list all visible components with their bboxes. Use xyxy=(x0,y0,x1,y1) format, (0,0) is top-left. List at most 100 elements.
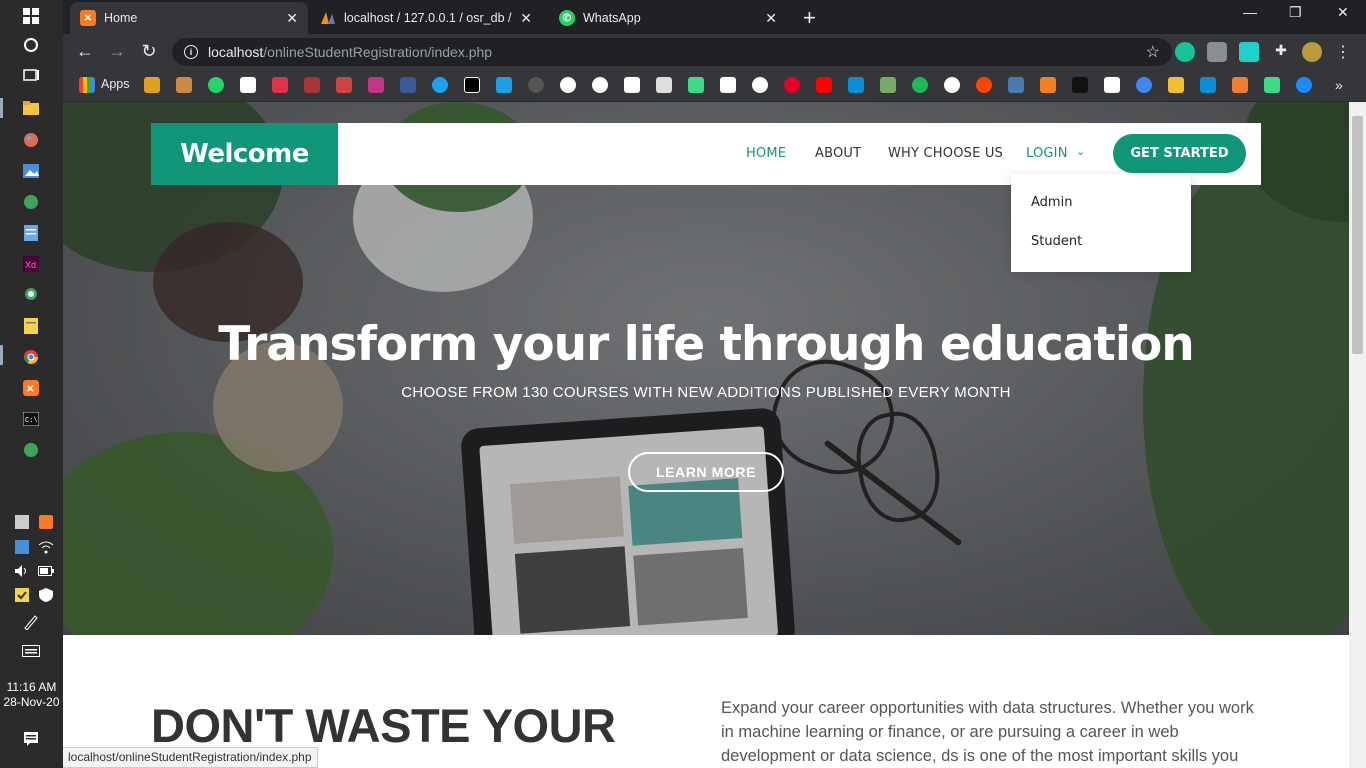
app-green-icon[interactable] xyxy=(21,440,41,460)
n-extension-icon[interactable] xyxy=(1239,42,1259,62)
apps-bookmark[interactable]: Apps xyxy=(101,77,130,91)
back-arrow-icon[interactable]: ← xyxy=(74,41,96,62)
notepad-icon[interactable] xyxy=(21,223,41,243)
nav-why-choose-us[interactable]: WHY CHOOSE US xyxy=(888,146,1003,161)
window-close-button[interactable]: ✕ xyxy=(1337,4,1349,21)
globe-bookmark-icon[interactable] xyxy=(752,77,768,93)
scrollbar-thumb[interactable] xyxy=(1352,116,1363,354)
address-bar[interactable]: i localhost/onlineStudentRegistration/in… xyxy=(172,38,1172,66)
tray-xampp-icon[interactable] xyxy=(36,512,56,532)
paint-icon[interactable] xyxy=(21,130,41,150)
photos-icon[interactable] xyxy=(21,161,41,181)
nav-login[interactable]: LOGIN ⌄ xyxy=(1026,145,1085,161)
pen-icon[interactable] xyxy=(21,612,41,632)
bookmark-icon[interactable] xyxy=(144,77,160,93)
xampp-icon[interactable]: ✕ xyxy=(21,378,41,398)
more-bookmarks-icon[interactable]: » xyxy=(1335,77,1351,93)
adobe-xd-icon[interactable]: Xd xyxy=(21,254,41,274)
tab-home[interactable]: ✕ Home ✕ xyxy=(70,2,308,34)
bookmark-icon[interactable] xyxy=(624,77,640,93)
nav-home[interactable]: HOME xyxy=(746,146,786,161)
bookmark-icon[interactable] xyxy=(304,77,320,93)
google-bookmark-icon[interactable] xyxy=(944,77,960,93)
grammarly-icon[interactable] xyxy=(1175,42,1195,62)
keyboard-icon[interactable] xyxy=(21,641,41,661)
youtube-bookmark-icon[interactable] xyxy=(816,77,832,93)
bookmark-icon[interactable] xyxy=(1136,77,1152,93)
camera-icon[interactable] xyxy=(1207,42,1227,62)
bookmark-icon[interactable] xyxy=(240,77,256,93)
clock[interactable]: 11:16 AM 28-Nov-20 xyxy=(0,680,63,710)
minimize-button[interactable]: — xyxy=(1243,4,1257,20)
forward-arrow-icon[interactable]: → xyxy=(106,41,128,62)
reload-icon[interactable]: ↻ xyxy=(138,41,160,62)
close-icon[interactable]: ✕ xyxy=(520,10,532,27)
bookmark-icon[interactable] xyxy=(848,77,864,93)
tray-network-monitor-icon[interactable] xyxy=(12,537,32,557)
bookmark-icon[interactable] xyxy=(464,77,480,93)
bookmark-icon[interactable] xyxy=(528,77,544,93)
close-icon[interactable]: ✕ xyxy=(765,10,777,27)
extensions-puzzle-icon[interactable]: ✚ xyxy=(1271,42,1291,62)
bookmark-icon[interactable] xyxy=(1296,77,1312,93)
bookmark-icon[interactable] xyxy=(1264,77,1280,93)
tray-app-icon[interactable] xyxy=(12,512,32,532)
wix-bookmark-icon[interactable] xyxy=(720,77,736,93)
bookmark-icon[interactable] xyxy=(1008,77,1024,93)
download-bookmark-icon[interactable] xyxy=(272,77,288,93)
chrome-icon[interactable] xyxy=(21,347,41,367)
twitter-bookmark-icon[interactable] xyxy=(432,77,448,93)
get-started-button[interactable]: GET STARTED xyxy=(1113,134,1246,173)
windows-start-icon[interactable] xyxy=(21,6,41,26)
profile-avatar[interactable] xyxy=(1302,42,1322,62)
globe-bookmark-icon[interactable] xyxy=(560,77,576,93)
chrome-menu-icon[interactable]: ⋮ xyxy=(1333,42,1353,62)
bookmark-icon[interactable] xyxy=(336,77,352,93)
new-tab-button[interactable]: + xyxy=(803,5,816,31)
wifi-icon[interactable] xyxy=(36,537,56,557)
tray-check-icon[interactable] xyxy=(12,585,32,605)
login-admin-item[interactable]: Admin xyxy=(1031,195,1072,210)
login-student-item[interactable]: Student xyxy=(1031,234,1082,249)
facebook-bookmark-icon[interactable] xyxy=(400,77,416,93)
security-shield-icon[interactable] xyxy=(36,585,56,605)
stackoverflow-bookmark-icon[interactable] xyxy=(1040,77,1056,93)
bookmark-icon[interactable] xyxy=(1200,77,1216,93)
notifications-icon[interactable] xyxy=(21,729,41,749)
nav-about[interactable]: ABOUT xyxy=(815,146,861,161)
android-bookmark-icon[interactable] xyxy=(688,77,704,93)
app-green-icon[interactable] xyxy=(21,192,41,212)
reddit-bookmark-icon[interactable] xyxy=(976,77,992,93)
tab-phpmyadmin[interactable]: localhost / 127.0.0.1 / osr_db / ad ✕ xyxy=(310,2,542,34)
bookmark-icon[interactable] xyxy=(176,77,192,93)
instagram-bookmark-icon[interactable] xyxy=(368,77,384,93)
bookmark-icon[interactable] xyxy=(880,77,896,93)
battery-icon[interactable] xyxy=(36,561,56,581)
bookmark-star-icon[interactable]: ☆ xyxy=(1146,42,1160,62)
bookmark-icon[interactable] xyxy=(656,77,672,93)
search-circle-icon[interactable] xyxy=(21,35,41,55)
bookmark-icon[interactable] xyxy=(1072,77,1088,93)
sticky-notes-icon[interactable] xyxy=(21,316,41,336)
command-prompt-icon[interactable]: C:\ xyxy=(21,409,41,429)
maximize-button[interactable]: ❐ xyxy=(1289,4,1302,21)
learn-more-button[interactable]: LEARN MORE xyxy=(628,452,784,492)
info-icon[interactable]: i xyxy=(184,45,198,59)
bookmark-icon[interactable] xyxy=(1168,77,1184,93)
whatsapp-bookmark-icon[interactable] xyxy=(208,77,224,93)
volume-icon[interactable] xyxy=(12,561,32,581)
award-icon[interactable] xyxy=(21,285,41,305)
site-logo[interactable]: Welcome xyxy=(151,123,338,185)
task-view-icon[interactable] xyxy=(21,65,41,85)
pinterest-bookmark-icon[interactable] xyxy=(784,77,800,93)
spotify-bookmark-icon[interactable] xyxy=(912,77,928,93)
page-scrollbar[interactable] xyxy=(1349,102,1366,768)
tab-whatsapp[interactable]: ✆ WhatsApp ✕ xyxy=(549,2,787,34)
bookmark-icon[interactable] xyxy=(1232,77,1248,93)
github-bookmark-icon[interactable] xyxy=(592,77,608,93)
apps-grid-icon[interactable] xyxy=(79,77,95,93)
file-explorer-icon[interactable] xyxy=(21,98,41,118)
shield-bookmark-icon[interactable] xyxy=(496,77,512,93)
medium-bookmark-icon[interactable] xyxy=(1104,77,1120,93)
close-icon[interactable]: ✕ xyxy=(286,10,298,27)
